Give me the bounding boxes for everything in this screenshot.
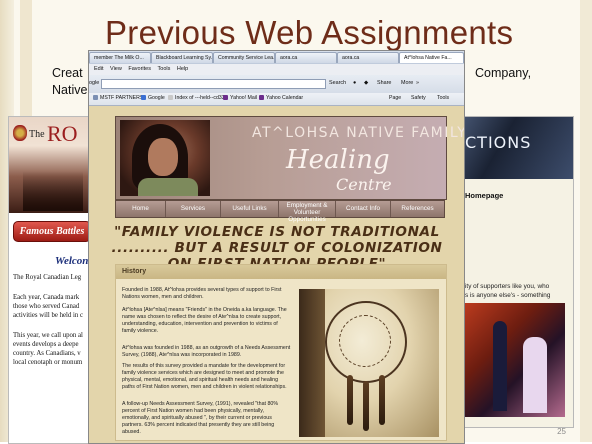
share-button[interactable]: Share	[377, 80, 391, 86]
nav-employment[interactable]: Employment & Volunteer Opportunities	[279, 201, 336, 223]
legion-paragraph-line: The Royal Canadian Leg	[13, 274, 82, 281]
healing-centre-page: AT^LOHSA NATIVE FAMILY Healing Centre Ho…	[89, 106, 464, 443]
legion-paragraph-line: This year, we call upon al	[13, 332, 83, 339]
legion-paragraph-line: activities will be held in c	[13, 312, 84, 319]
site-nav: Home Services Useful Links Employment & …	[115, 200, 445, 223]
feather	[363, 381, 369, 431]
legion-crest-icon	[13, 125, 27, 141]
history-section: History Founded in 1988, At^lohsa provid…	[115, 264, 447, 441]
menu-edit[interactable]: Edit	[94, 66, 103, 72]
search-button[interactable]: Search	[329, 80, 346, 86]
nav-contact[interactable]: Contact Info	[336, 201, 391, 217]
theatre-site-screenshot: CTIONS Homepage ity of supporters like y…	[454, 116, 574, 428]
history-paragraph: At^lohsa was founded in 1988, as an outg…	[122, 345, 291, 358]
toolbar-chevron[interactable]: »	[416, 80, 419, 86]
slide-bullet-line1-right: Company,	[475, 66, 532, 80]
theatre-stage-photo	[465, 303, 565, 417]
feather	[347, 375, 353, 425]
actor-figure	[523, 337, 547, 413]
portrait-face	[148, 138, 178, 176]
legion-logo-text: RO	[47, 121, 78, 146]
woman-portrait-photo	[120, 120, 210, 196]
actor-figure	[493, 321, 507, 411]
feather	[379, 375, 385, 425]
legion-logo-prefix: The	[29, 129, 45, 140]
legion-welcome-heading: Welcon	[55, 255, 89, 267]
slide-title: Previous Web Assignments	[105, 14, 514, 51]
safety-menu[interactable]: Safety	[411, 95, 426, 101]
browser-tab-bar: member The Milk O... Blackboard Learning…	[89, 51, 464, 64]
browser-toolbar: ogle Search ● ◆ Share More »	[89, 75, 464, 93]
famous-battles-button[interactable]: Famous Battles	[13, 221, 91, 242]
nav-useful-links[interactable]: Useful Links	[221, 201, 279, 217]
yahoo-mail-icon	[223, 95, 228, 100]
legion-paragraph-line: those who served Canad	[13, 303, 80, 310]
slide-bullet-line2-left: Native	[52, 83, 88, 97]
more-button[interactable]: More	[401, 80, 413, 86]
menu-help[interactable]: Help	[177, 66, 188, 72]
favorites-bar: MSTF PARTNERS Google Index of ---held--c…	[89, 93, 464, 106]
favorite-item[interactable]: Yahoo Calendar	[259, 95, 303, 101]
toolbar-icon[interactable]: ◆	[364, 80, 368, 86]
nav-references[interactable]: References	[391, 201, 444, 217]
theatre-text-line: s is anyone else's - something	[465, 292, 551, 299]
slide-bullet-line1-left: Creat	[52, 66, 83, 80]
theatre-banner: CTIONS	[455, 117, 573, 179]
theatre-banner-text: CTIONS	[465, 133, 532, 152]
page-icon	[168, 95, 173, 100]
dreamcatcher-web	[339, 315, 391, 367]
site-title-line1: AT^LOHSA NATIVE FAMILY	[252, 125, 465, 141]
tools-menu[interactable]: Tools	[437, 95, 449, 101]
healing-centre-header: AT^LOHSA NATIVE FAMILY Healing Centre	[115, 116, 464, 200]
toolbar-icon[interactable]: ●	[353, 80, 356, 86]
dreamcatcher-image	[299, 289, 439, 437]
browser-tab[interactable]: Blackboard Learning Sy...	[151, 52, 213, 63]
nav-home[interactable]: Home	[116, 201, 166, 217]
legion-paragraph-line: events develops a deepe	[13, 341, 79, 348]
history-paragraph: Founded in 1988, At^lohsa provides sever…	[122, 287, 282, 300]
favorite-item[interactable]: Index of ---held--cd333	[168, 95, 227, 101]
yahoo-calendar-icon	[259, 95, 264, 100]
browser-window: member The Milk O... Blackboard Learning…	[88, 50, 465, 444]
menu-tools[interactable]: Tools	[158, 66, 171, 72]
favorite-item[interactable]: Google	[141, 95, 165, 101]
google-icon	[141, 95, 146, 100]
history-paragraph: The results of this survey provided a ma…	[122, 363, 287, 390]
favorite-item[interactable]: Yahoo! Mail	[223, 95, 257, 101]
browser-tab[interactable]: aora.ca	[275, 52, 337, 63]
history-paragraph: At^lohsa [Ate^nlsa] means "Friends" in t…	[122, 307, 287, 334]
menu-view[interactable]: View	[110, 66, 122, 72]
site-title-line2: Healing	[286, 145, 390, 175]
favorite-item[interactable]: MSTF PARTNERS	[93, 95, 143, 101]
menu-favorites[interactable]: Favorites	[128, 66, 151, 72]
browser-tab[interactable]: member The Milk O...	[89, 52, 151, 63]
theatre-homepage-heading: Homepage	[465, 191, 504, 200]
legion-paragraph-line: local cenotaph or monum	[13, 359, 83, 366]
browser-tab[interactable]: Community Service Lea...	[213, 52, 275, 63]
history-heading: History	[116, 265, 446, 279]
history-paragraph: A follow-up Needs Assessment Survey, (19…	[122, 401, 279, 435]
slide-right-border	[580, 0, 592, 442]
legion-paragraph-line: Each year, Canada mark	[13, 294, 80, 301]
browser-menu-bar: Edit View Favorites Tools Help	[89, 64, 464, 75]
tree-trunk	[299, 289, 325, 437]
theatre-text-line: ity of supporters like you, who	[465, 283, 550, 290]
favorite-folder-icon	[93, 95, 98, 100]
browser-tab[interactable]: aora.ca	[337, 52, 399, 63]
nav-services[interactable]: Services	[166, 201, 221, 217]
search-provider-label: ogle	[89, 80, 100, 86]
legion-soldier-silhouette	[23, 171, 83, 211]
page-menu[interactable]: Page	[389, 95, 401, 101]
site-title-line3: Centre	[336, 175, 392, 194]
slide-page-number: 25	[557, 427, 566, 436]
search-input[interactable]	[101, 79, 326, 89]
legion-paragraph-line: country. As Canadians, v	[13, 350, 81, 357]
portrait-shirt	[138, 178, 198, 196]
browser-tab-active[interactable]: At^lohsa Native Fa...	[399, 52, 464, 63]
